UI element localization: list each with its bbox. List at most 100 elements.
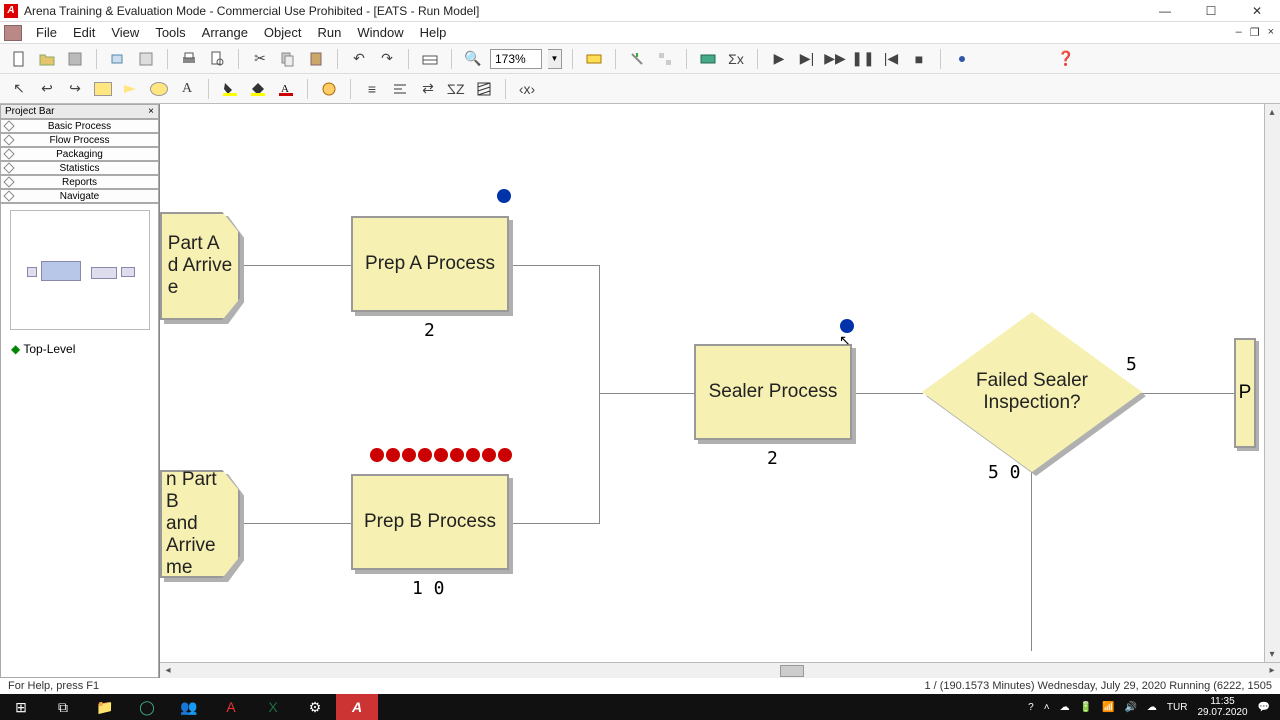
flip-v-button[interactable]: ZZ (445, 78, 467, 100)
chrome-icon[interactable]: ◯ (126, 694, 168, 720)
submodel-button[interactable] (583, 48, 605, 70)
module-create-part-a[interactable]: Part A d Arrive e (160, 212, 240, 320)
stop-button[interactable]: ■ (908, 48, 930, 70)
module-failed-sealer-decide[interactable]: Failed Sealer Inspection? (922, 312, 1142, 472)
line-style-button[interactable]: ≡ (361, 78, 383, 100)
template-button[interactable] (135, 48, 157, 70)
action-center-icon[interactable]: 💬 (1258, 702, 1270, 713)
module-create-part-b[interactable]: n Part B and Arrive me (160, 470, 240, 578)
context-help-button[interactable]: ❓ (1055, 48, 1077, 70)
undo-button[interactable]: ↶ (348, 48, 370, 70)
project-bar-close-icon[interactable]: × (148, 106, 154, 117)
scroll-left-icon[interactable]: ◂ (160, 664, 176, 678)
new-button[interactable] (8, 48, 30, 70)
settings-icon[interactable]: ⚙ (294, 694, 336, 720)
hatch-button[interactable] (473, 78, 495, 100)
attach-button[interactable] (107, 48, 129, 70)
ellipse-shape-button[interactable] (148, 78, 170, 100)
panel-flow-process[interactable]: Flow Process (0, 133, 159, 147)
clock[interactable]: 11:3529.07.2020 (1197, 696, 1247, 718)
line-fwd-button[interactable]: ↪ (64, 78, 86, 100)
help-tray-icon[interactable]: ? (1028, 702, 1034, 713)
panel-navigate[interactable]: Navigate (0, 189, 159, 203)
scroll-down-icon[interactable]: ▾ (1265, 646, 1279, 662)
cut-button[interactable]: ✂ (249, 48, 271, 70)
fill-color-button[interactable] (247, 78, 269, 100)
mdi-close-button[interactable]: × (1268, 26, 1274, 39)
align-button[interactable] (389, 78, 411, 100)
module-prep-a-process[interactable]: Prep A Process (351, 216, 509, 312)
expression-builder-button[interactable]: Σx (725, 48, 747, 70)
close-button[interactable]: ✕ (1234, 1, 1280, 21)
auto-connect-button[interactable] (654, 48, 676, 70)
vertical-scrollbar[interactable]: ▴ ▾ (1264, 104, 1280, 662)
language-indicator[interactable]: TUR (1167, 702, 1188, 713)
panel-packaging[interactable]: Packaging (0, 147, 159, 161)
mdi-minimize-button[interactable]: – (1236, 26, 1242, 39)
go-button[interactable]: ▶ (768, 48, 790, 70)
arena-taskbar-icon[interactable]: A (336, 694, 378, 720)
fast-forward-button[interactable]: ▶▶ (824, 48, 846, 70)
acrobat-icon[interactable]: A (210, 694, 252, 720)
module-sealer-process[interactable]: Sealer Process (694, 344, 852, 440)
panel-basic-process[interactable]: Basic Process (0, 119, 159, 133)
print-preview-button[interactable] (206, 48, 228, 70)
module-prep-b-process[interactable]: Prep B Process (351, 474, 509, 570)
model-canvas[interactable]: Part A d Arrive e n Part B and Arrive me… (160, 104, 1280, 678)
connect-button[interactable] (626, 48, 648, 70)
mdi-restore-button[interactable]: ❐ (1250, 26, 1260, 39)
start-button[interactable]: ⊞ (0, 694, 42, 720)
volume-icon[interactable]: 🔊 (1124, 702, 1136, 713)
panel-statistics[interactable]: Statistics (0, 161, 159, 175)
paste-button[interactable] (305, 48, 327, 70)
pause-button[interactable]: ❚❚ (852, 48, 874, 70)
nav-top-level[interactable]: ◆ Top-Level (5, 340, 154, 358)
onedrive-icon[interactable]: ☁ (1060, 702, 1070, 713)
menu-window[interactable]: Window (349, 23, 411, 42)
task-view-button[interactable]: ⧉ (42, 694, 84, 720)
polygon-shape-button[interactable] (120, 78, 142, 100)
wifi-icon[interactable]: 📶 (1102, 702, 1114, 713)
menu-object[interactable]: Object (256, 23, 310, 42)
open-button[interactable] (36, 48, 58, 70)
text-color-button[interactable]: A (275, 78, 297, 100)
tray-chevron-icon[interactable]: ˄ (1044, 702, 1050, 713)
scroll-right-icon[interactable]: ▸ (1264, 664, 1280, 678)
copy-button[interactable] (277, 48, 299, 70)
menu-run[interactable]: Run (310, 23, 350, 42)
check-model-button[interactable] (697, 48, 719, 70)
excel-icon[interactable]: X (252, 694, 294, 720)
menu-edit[interactable]: Edit (65, 23, 103, 42)
animate-button[interactable] (318, 78, 340, 100)
variable-button[interactable]: ‹x› (516, 78, 538, 100)
menu-arrange[interactable]: Arrange (194, 23, 256, 42)
navigator-thumbnail[interactable] (10, 210, 150, 330)
save-button[interactable] (64, 48, 86, 70)
line-back-button[interactable]: ↩ (36, 78, 58, 100)
menu-help[interactable]: Help (412, 23, 455, 42)
menu-tools[interactable]: Tools (147, 23, 193, 42)
module-cutoff-right[interactable]: P (1234, 338, 1256, 448)
maximize-button[interactable]: ☐ (1188, 1, 1234, 21)
scroll-thumb[interactable] (780, 665, 804, 677)
redo-button[interactable]: ↷ (376, 48, 398, 70)
layers-button[interactable] (419, 48, 441, 70)
zoom-dropdown[interactable]: ▼ (548, 49, 562, 69)
step-button[interactable]: ▶| (796, 48, 818, 70)
horizontal-scrollbar[interactable]: ◂ ▸ (160, 662, 1280, 678)
zoom-field[interactable]: 173% (490, 49, 542, 69)
cloud-icon[interactable]: ☁ (1147, 702, 1157, 713)
minimize-button[interactable]: — (1142, 1, 1188, 21)
teams-icon[interactable]: 👥 (168, 694, 210, 720)
box-shape-button[interactable] (92, 78, 114, 100)
flip-h-button[interactable]: ⇄ (417, 78, 439, 100)
text-tool-button[interactable]: A (176, 78, 198, 100)
scroll-up-icon[interactable]: ▴ (1265, 104, 1279, 120)
menu-file[interactable]: File (28, 23, 65, 42)
menu-view[interactable]: View (103, 23, 147, 42)
file-explorer-icon[interactable]: 📁 (84, 694, 126, 720)
start-over-button[interactable]: |◀ (880, 48, 902, 70)
panel-reports[interactable]: Reports (0, 175, 159, 189)
magnify-icon[interactable]: 🔍 (462, 48, 484, 70)
pointer-button[interactable]: ↖ (8, 78, 30, 100)
